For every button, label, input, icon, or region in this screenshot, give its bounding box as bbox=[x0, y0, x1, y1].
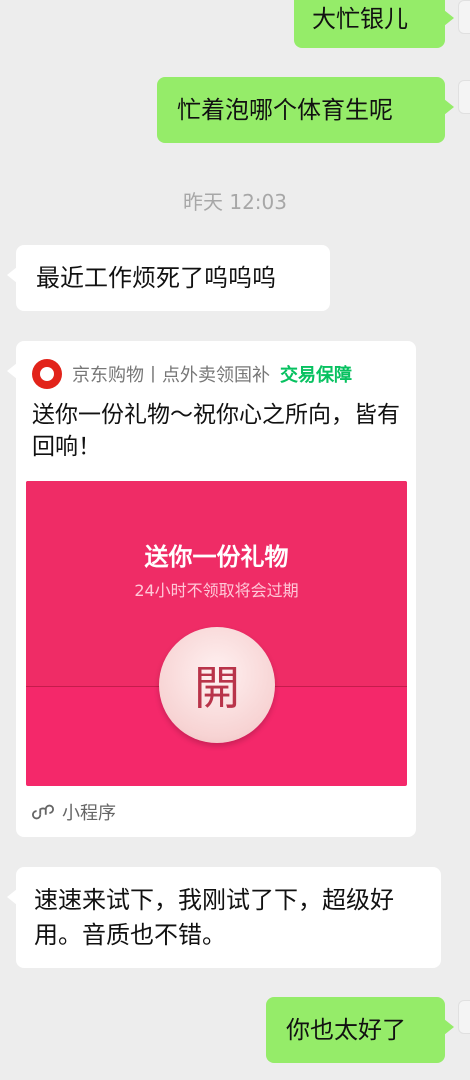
card-header: 京东购物丨点外卖领国补 交易保障 bbox=[32, 359, 352, 389]
message-text: 你也太好了 bbox=[286, 1016, 406, 1044]
chat-timestamp: 昨天 12:03 bbox=[183, 190, 287, 214]
trade-guarantee-badge: 交易保障 bbox=[280, 365, 352, 386]
envelope-title: 送你一份礼物 bbox=[144, 543, 289, 571]
user-avatar[interactable] bbox=[458, 80, 470, 114]
message-text: 大忙银儿 bbox=[312, 5, 408, 33]
message-text: 速速来试下，我刚试了下，超级好用。音质也不错。 bbox=[34, 886, 394, 949]
card-source: 京东购物丨点外卖领国补 bbox=[72, 365, 270, 386]
received-message-bubble[interactable]: 速速来试下，我刚试了下，超级好用。音质也不错。 bbox=[7, 867, 441, 968]
mini-program-card[interactable]: 京东购物丨点外卖领国补 交易保障 送你一份礼物～祝你心之所向，皆有回响！ 送你一… bbox=[7, 341, 416, 837]
sent-message-bubble[interactable]: 你也太好了 bbox=[266, 997, 454, 1063]
red-envelope-image[interactable]: 送你一份礼物 24小时不领取将会过期 開 bbox=[26, 481, 407, 786]
card-footer: 小程序 bbox=[32, 799, 116, 825]
mini-program-label: 小程序 bbox=[62, 803, 116, 824]
message-text: 忙着泡哪个体育生呢 bbox=[177, 96, 393, 124]
jd-logo-icon bbox=[32, 359, 62, 389]
user-avatar[interactable] bbox=[458, 0, 470, 34]
received-message-bubble[interactable]: 最近工作烦死了呜呜呜 bbox=[7, 245, 330, 311]
envelope-subtitle: 24小时不领取将会过期 bbox=[134, 581, 299, 600]
message-text: 最近工作烦死了呜呜呜 bbox=[36, 264, 276, 292]
user-avatar[interactable] bbox=[458, 1000, 470, 1034]
card-description: 送你一份礼物～祝你心之所向，皆有回响！ bbox=[32, 402, 400, 460]
open-envelope-button[interactable]: 開 bbox=[159, 627, 275, 743]
sent-message-bubble[interactable]: 大忙银儿 bbox=[294, 0, 454, 48]
mini-program-icon bbox=[32, 804, 54, 820]
sent-message-bubble[interactable]: 忙着泡哪个体育生呢 bbox=[157, 77, 454, 143]
